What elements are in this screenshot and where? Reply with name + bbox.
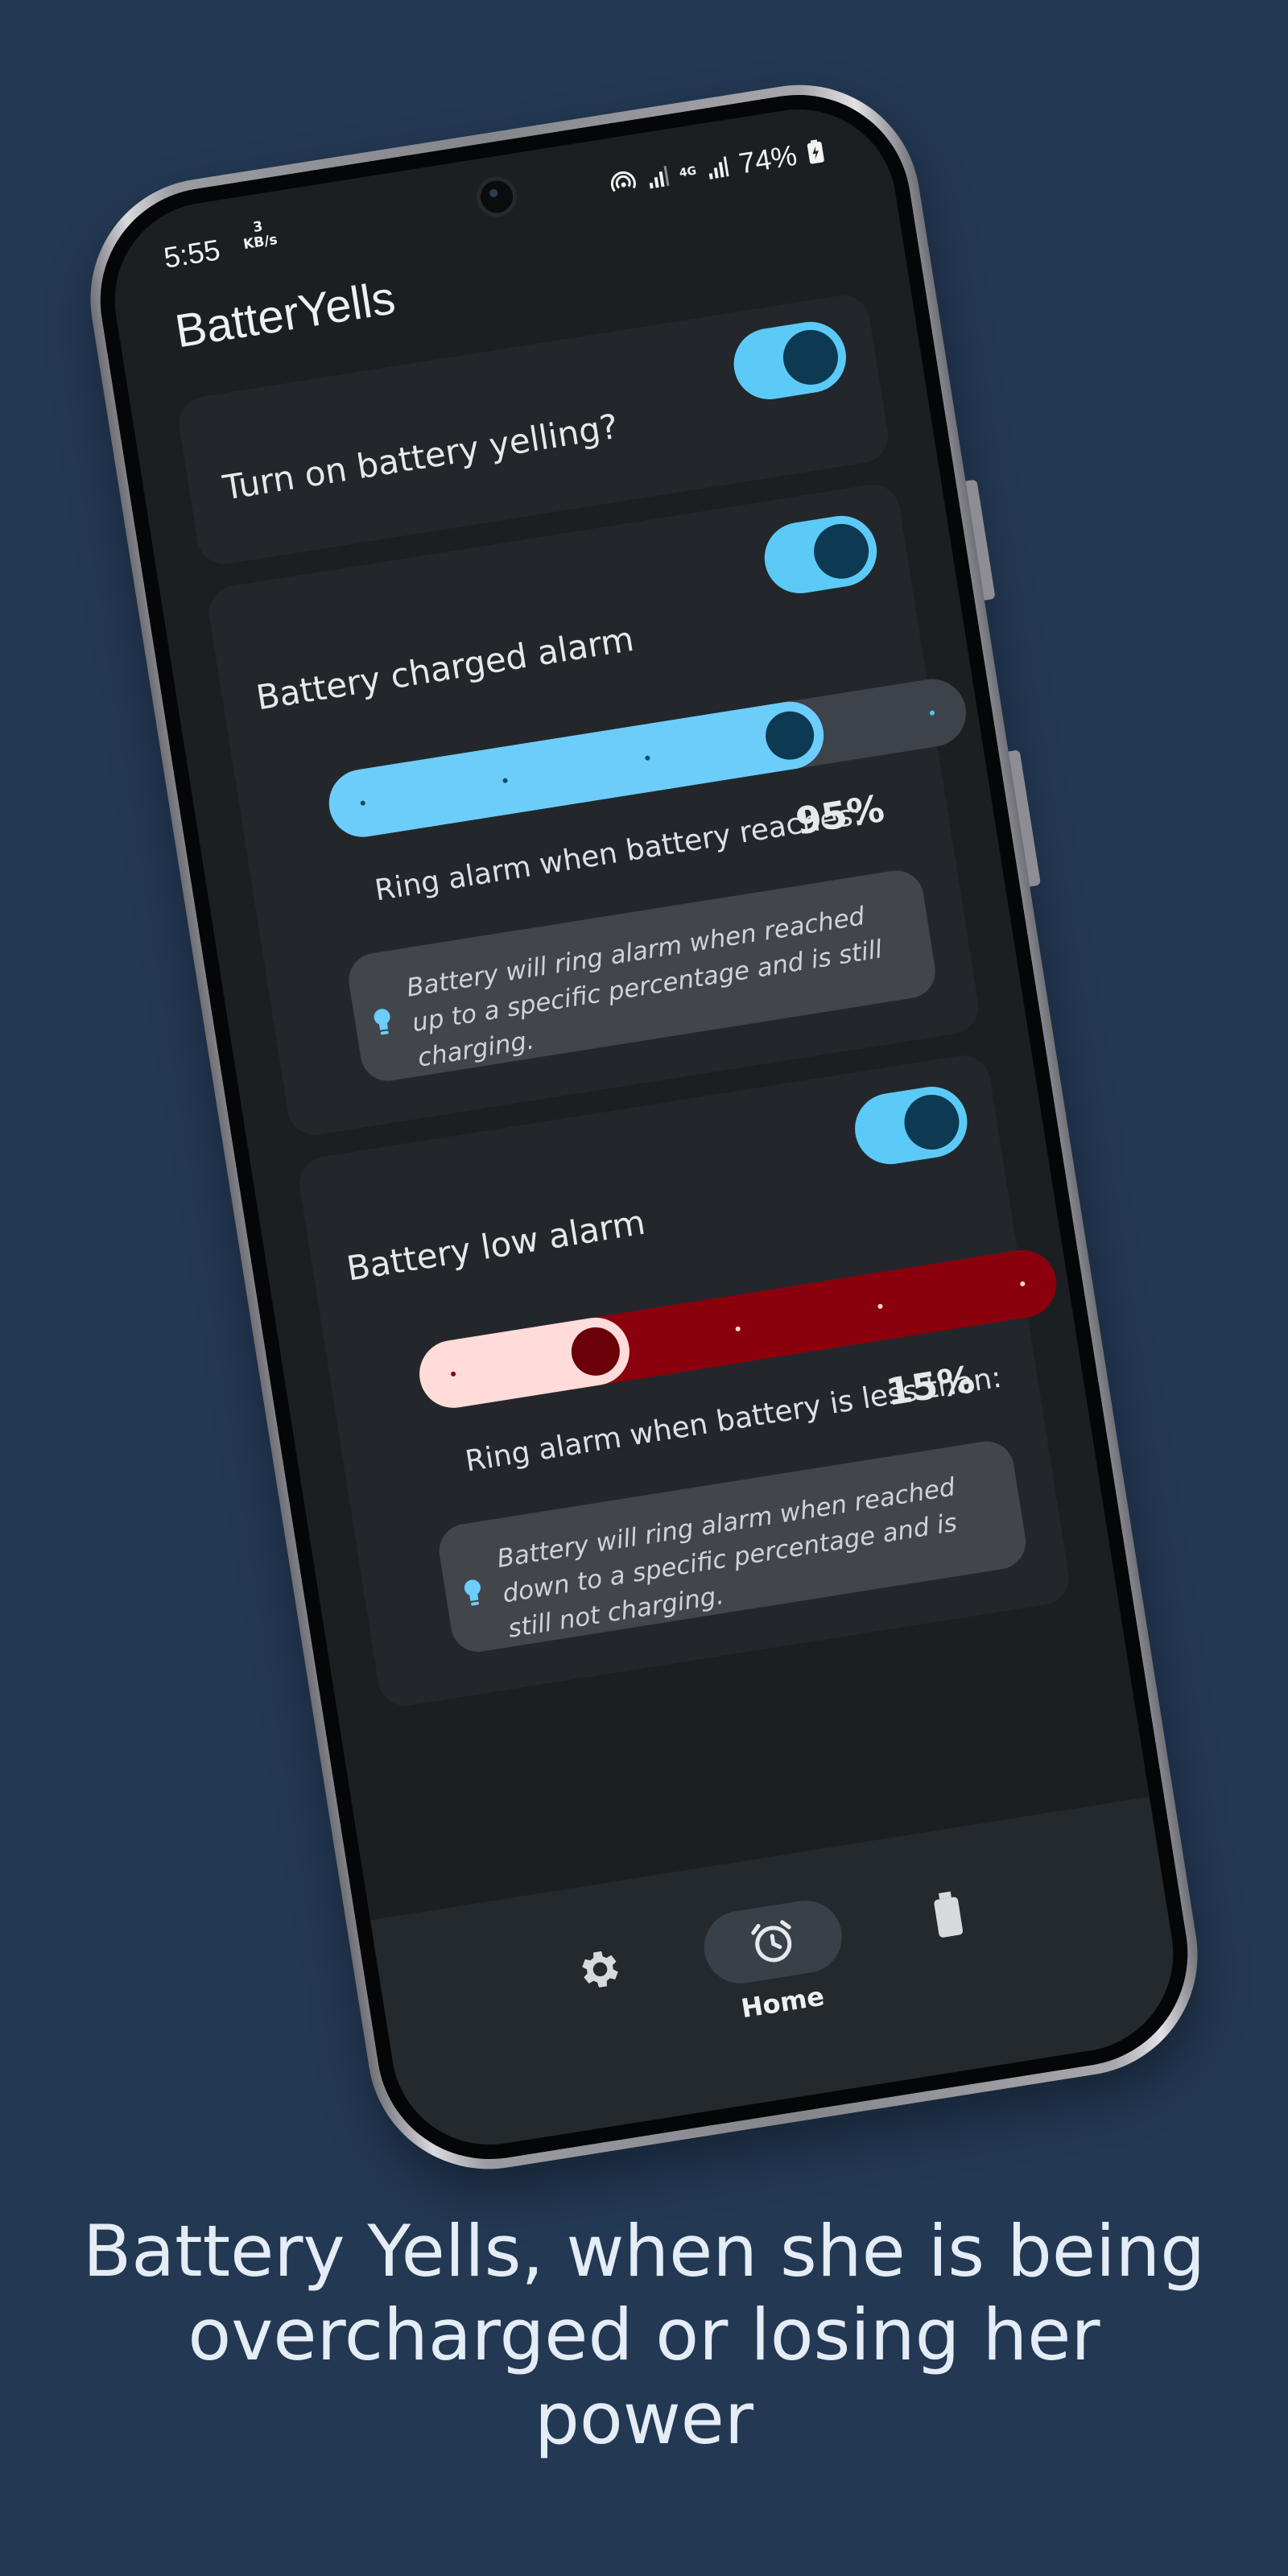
low-alarm-label: Battery low alarm [344, 1202, 648, 1289]
charged-alarm-label: Battery charged alarm [253, 618, 637, 718]
nav-settings[interactable] [513, 1922, 684, 2028]
network-speed: 3 KB/s [242, 218, 279, 254]
signal-icon [646, 164, 670, 190]
signal-icon-2 [706, 155, 730, 180]
low-info-text: Battery will ring alarm when reached dow… [494, 1472, 960, 1644]
battery-percent: 74% [736, 138, 799, 180]
status-time: 5:55 [161, 233, 223, 275]
lightbulb-icon [374, 1009, 390, 1035]
nav-home[interactable]: Home [688, 1893, 865, 2030]
alarm-clock-icon [751, 1920, 792, 1963]
status-icons: 4G 74% [607, 134, 827, 201]
low-alarm-card: Battery low alarm Ring alarm when batter… [295, 1051, 1073, 1710]
promo-caption: Battery Yells, when she is being overcha… [82, 2210, 1206, 2460]
phone-mockup: 5:55 3 KB/s 4G 74% BatterYells Turn on b… [72, 68, 1216, 2186]
charged-alarm-card: Battery charged alarm Ring alarm when ba… [204, 481, 983, 1139]
nav-home-label: Home [738, 1980, 827, 2025]
battery-icon [934, 1891, 964, 1938]
charged-info-text: Battery will ring alarm when reached up … [404, 902, 885, 1073]
battery-status-icon [806, 138, 825, 165]
hotspot-icon [608, 168, 638, 196]
nav-battery[interactable] [863, 1866, 1034, 1972]
charged-alarm-toggle[interactable] [759, 510, 882, 599]
phone-screen: 5:55 3 KB/s 4G 74% BatterYells Turn on b… [101, 95, 1187, 2159]
app-title: BatterYells [171, 271, 399, 358]
lightbulb-icon [464, 1579, 481, 1606]
charged-slider-value: 95% [792, 786, 887, 844]
toggle-knob [810, 519, 873, 583]
charged-info-box: Battery will ring alarm when reached up … [345, 866, 939, 1085]
gear-icon [582, 1951, 618, 1988]
master-toggle-label: Turn on battery yelling? [220, 406, 621, 508]
master-toggle-switch[interactable] [729, 316, 852, 405]
toggle-knob [779, 325, 842, 389]
low-alarm-toggle[interactable] [849, 1081, 972, 1170]
network-type-icon: 4G [678, 164, 698, 180]
low-slider-value: 15% [883, 1357, 978, 1414]
toggle-knob [900, 1091, 964, 1154]
low-info-box: Battery will ring alarm when reached dow… [435, 1437, 1030, 1656]
